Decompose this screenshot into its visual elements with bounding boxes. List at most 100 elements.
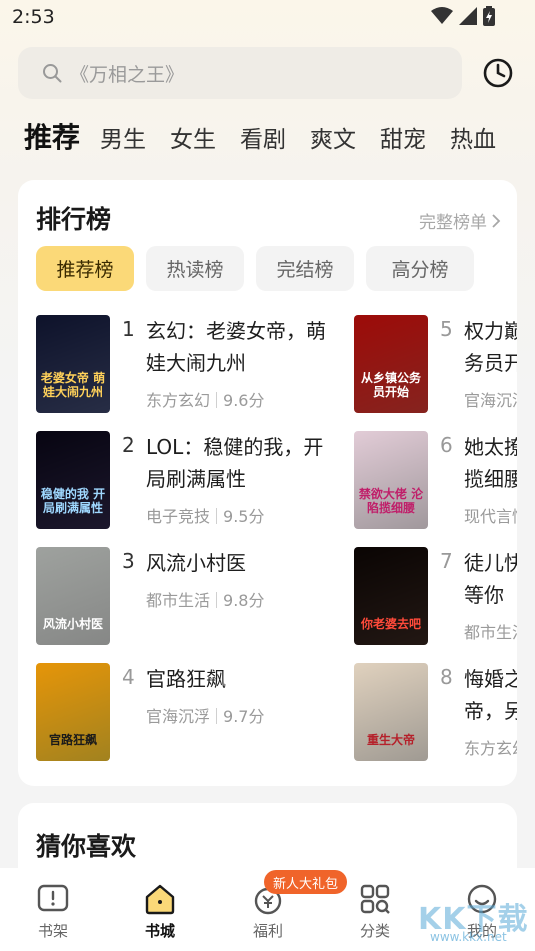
search-placeholder: 《万相之王》 <box>70 63 185 86</box>
wifi-icon <box>431 7 453 24</box>
book-cover: 官路狂飙 <box>36 663 110 761</box>
nav-bookstore[interactable]: 书城 <box>130 882 190 941</box>
cover-title: 重生大帝 <box>366 733 415 747</box>
book-score: 9.8分 <box>223 591 265 610</box>
book-genre: 都市生活 <box>146 591 211 610</box>
book-item[interactable]: 官路狂飙 4 官路狂飙 官海沉浮 9.7分 <box>36 663 336 763</box>
book-item[interactable]: 风流小村医 3 风流小村医 都市生活 9.8分 <box>36 547 336 647</box>
ranking-card: 排行榜 完整榜单 推荐榜 热读榜 完结榜 高分榜 老婆女帝 萌娃大闹九州 1 玄… <box>18 180 517 786</box>
full-ranking-link[interactable]: 完整榜单 <box>419 208 501 233</box>
book-rank: 1 <box>122 317 135 341</box>
new-user-gift-badge[interactable]: 新人大礼包 <box>264 870 348 894</box>
status-time: 2:53 <box>12 6 55 28</box>
book-title: LOL：稳健的我，开局刷满属性 <box>146 435 324 491</box>
book-cover: 稳健的我 开局刷满属性 <box>36 431 110 529</box>
book-item[interactable]: 重生大帝 8 悔婚之后，我成女帝，另 东方玄幻 <box>354 663 517 763</box>
book-rank: 5 <box>440 317 453 341</box>
book-meta: 东方玄幻 9.6分 <box>146 387 264 411</box>
book-meta: 现代言情 <box>464 503 517 527</box>
nav-label: 分类 <box>359 922 390 940</box>
meta-divider <box>216 592 218 608</box>
cover-title: 老婆女帝 萌娃大闹九州 <box>40 371 106 399</box>
meta-divider <box>216 392 218 408</box>
book-score: 9.6分 <box>223 391 265 410</box>
book-meta: 都市生活 <box>464 619 517 643</box>
book-rank: 2 <box>122 433 135 457</box>
tab-female[interactable]: 女生 <box>170 120 216 154</box>
book-cover: 老婆女帝 萌娃大闹九州 <box>36 315 110 413</box>
book-score: 9.7分 <box>223 707 265 726</box>
chip-high-score[interactable]: 高分榜 <box>366 246 474 291</box>
cover-title: 稳健的我 开局刷满属性 <box>40 487 106 515</box>
bookstore-icon <box>145 884 175 915</box>
tab-hot-blood[interactable]: 热血 <box>450 120 496 154</box>
book-item[interactable]: 你老婆去吧 7 徒儿快下山，你老婆等你 都市生活 <box>354 547 517 647</box>
nav-category[interactable]: 分类 <box>345 882 405 941</box>
bookshelf-icon <box>37 884 69 912</box>
book-item[interactable]: 老婆女帝 萌娃大闹九州 1 玄幻：老婆女帝，萌娃大闹九州 东方玄幻 9.6分 <box>36 315 336 415</box>
book-rank: 8 <box>440 665 453 689</box>
signal-icon <box>459 7 477 25</box>
cover-title: 你老婆去吧 <box>360 617 421 631</box>
chip-hot-read[interactable]: 热读榜 <box>146 246 244 291</box>
book-title: 她太撩人，大佬沦陷揽细腰 <box>464 435 517 491</box>
book-rank: 6 <box>440 433 453 457</box>
tab-cool[interactable]: 爽文 <box>310 120 356 154</box>
book-genre: 都市生活 <box>464 623 517 642</box>
book-genre: 官海沉浮 <box>464 391 517 410</box>
cover-title: 官路狂飙 <box>48 733 97 747</box>
tab-recommend[interactable]: 推荐 <box>24 116 80 156</box>
watermark-url: www.kkx.net <box>430 930 507 944</box>
status-icons <box>431 6 495 26</box>
book-item[interactable]: 稳健的我 开局刷满属性 2 LOL：稳健的我，开局刷满属性 电子竞技 9.5分 <box>36 431 336 531</box>
book-cover: 重生大帝 <box>354 663 428 761</box>
book-title: 权力巅峰：从乡镇公务员开始 <box>464 319 517 375</box>
nav-bookshelf[interactable]: 书架 <box>23 882 83 941</box>
book-genre: 东方玄幻 <box>464 739 517 758</box>
book-meta: 官海沉浮 9.7分 <box>146 703 264 727</box>
book-title: 风流小村医 <box>146 551 246 575</box>
nav-label: 书城 <box>144 922 175 940</box>
book-item[interactable]: 从乡镇公务员开始 5 权力巅峰：从乡镇公务员开始 官海沉浮 <box>354 315 517 415</box>
cover-title: 从乡镇公务员开始 <box>360 371 421 399</box>
tab-male[interactable]: 男生 <box>100 120 146 154</box>
ranking-title: 排行榜 <box>36 205 112 234</box>
history-icon[interactable] <box>482 57 514 89</box>
book-score: 9.5分 <box>223 507 265 526</box>
status-bar: 2:53 <box>0 0 535 36</box>
meta-divider <box>216 508 218 524</box>
chip-completed[interactable]: 完结榜 <box>256 246 354 291</box>
chip-recommend[interactable]: 推荐榜 <box>36 246 134 291</box>
battery-icon <box>483 6 495 26</box>
book-title: 玄幻：老婆女帝，萌娃大闹九州 <box>146 319 326 375</box>
book-title: 官路狂飙 <box>146 667 226 691</box>
book-meta: 都市生活 9.8分 <box>146 587 264 611</box>
tab-sweet[interactable]: 甜宠 <box>380 120 426 154</box>
book-item[interactable]: 禁欲大佬 沦陷揽细腰 6 她太撩人，大佬沦陷揽细腰 现代言情 <box>354 431 517 531</box>
nav-label: 福利 <box>252 922 283 940</box>
chevron-right-icon <box>492 213 501 228</box>
book-genre: 电子竞技 <box>146 507 211 526</box>
book-rank: 7 <box>440 549 453 573</box>
ranking-chips: 推荐榜 热读榜 完结榜 高分榜 <box>36 246 474 291</box>
meta-divider <box>216 708 218 724</box>
book-genre: 现代言情 <box>464 507 517 526</box>
search-input[interactable]: 《万相之王》 <box>18 47 462 99</box>
category-icon <box>360 884 390 914</box>
nav-label: 书架 <box>37 922 68 940</box>
book-title: 徒儿快下山，你老婆等你 <box>464 551 517 607</box>
book-genre: 官海沉浮 <box>146 707 211 726</box>
tab-drama[interactable]: 看剧 <box>240 120 286 154</box>
book-cover: 禁欲大佬 沦陷揽细腰 <box>354 431 428 529</box>
category-tabs: 推荐 男生 女生 看剧 爽文 甜宠 热血 <box>24 116 520 156</box>
search-icon <box>43 64 62 83</box>
book-meta: 官海沉浮 <box>464 387 517 411</box>
book-meta: 电子竞技 9.5分 <box>146 503 264 527</box>
book-rank: 4 <box>122 665 135 689</box>
guess-title: 猜你喜欢 <box>36 832 137 861</box>
book-cover: 从乡镇公务员开始 <box>354 315 428 413</box>
book-title: 悔婚之后，我成女帝，另 <box>464 667 517 723</box>
book-genre: 东方玄幻 <box>146 391 211 410</box>
full-ranking-label: 完整榜单 <box>419 213 487 233</box>
cover-title: 禁欲大佬 沦陷揽细腰 <box>358 487 424 515</box>
